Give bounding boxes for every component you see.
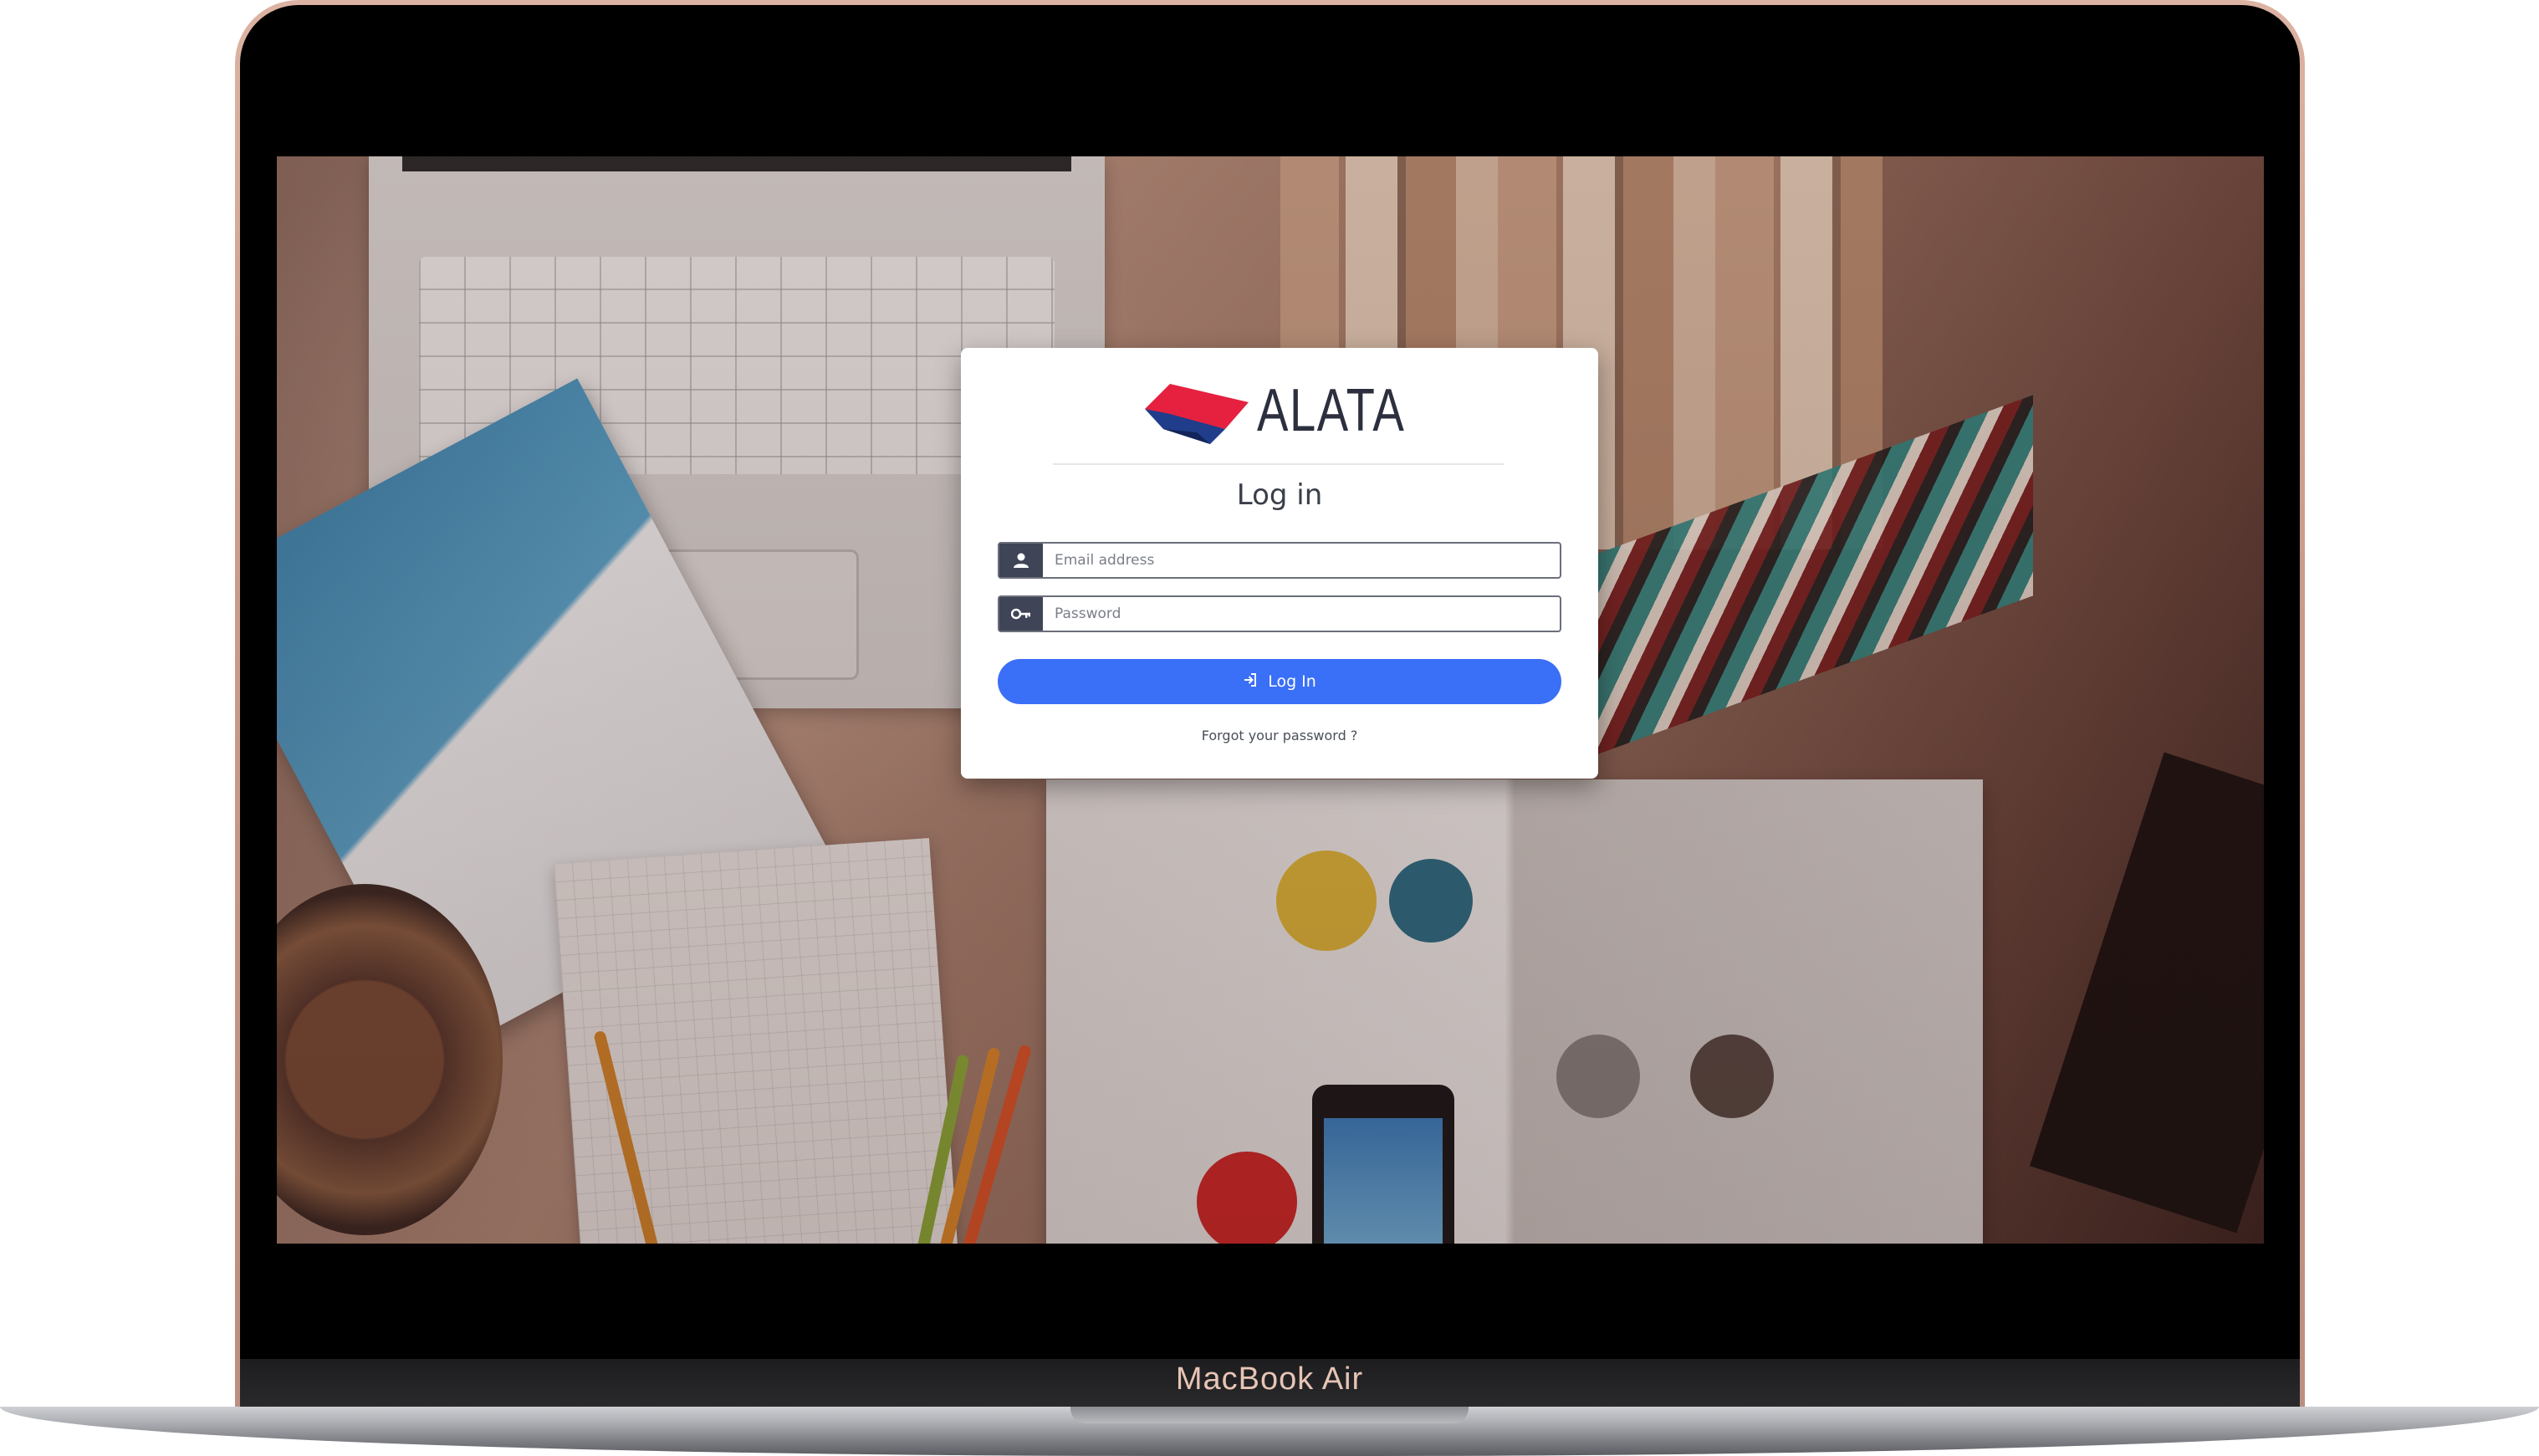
device-mockup: ALATA Log in Email address Log In Forgot… <box>0 0 2539 1456</box>
laptop-base-notch <box>1070 1407 1469 1423</box>
header-divider <box>1053 463 1504 465</box>
device-model-label: MacBook Air <box>1175 1361 1364 1397</box>
password-field <box>998 595 1561 632</box>
page-title: Log in <box>1236 478 1323 512</box>
key-icon <box>999 597 1043 631</box>
forgot-password-link[interactable]: Forgot your password ? <box>961 728 1598 743</box>
password-input[interactable] <box>1043 597 1560 631</box>
login-button[interactable]: Log In <box>998 659 1561 704</box>
login-page: ALATA Log in Email address Log In Forgot… <box>277 156 2264 1244</box>
brand-name: ALATA <box>1257 377 1406 444</box>
email-input[interactable] <box>1043 544 1560 577</box>
sign-in-icon <box>1243 672 1258 692</box>
brand-logo: ALATA <box>961 373 1598 448</box>
alata-logo-mark <box>1145 384 1249 444</box>
login-button-label: Log In <box>1268 672 1316 691</box>
user-icon <box>999 544 1043 577</box>
email-field <box>998 542 1561 579</box>
login-card: ALATA Log in Email address Log In Forgot… <box>961 348 1598 779</box>
